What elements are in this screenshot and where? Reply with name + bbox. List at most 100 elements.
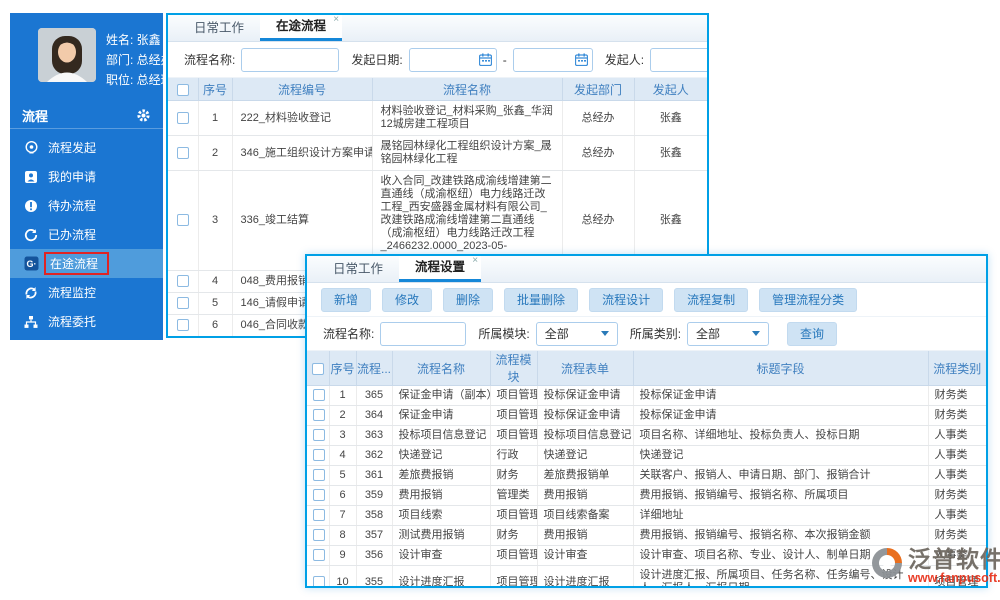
calendar-icon[interactable] bbox=[574, 53, 588, 69]
manage-category-button[interactable]: 管理流程分类 bbox=[759, 287, 858, 312]
table-cell: 投标项目信息登记 bbox=[537, 425, 634, 446]
table-row: 2 346_施工组织设计方案申请 晟铭园林绿化工程组织设计方案_晟铭园林绿化工程 总经… bbox=[168, 135, 707, 171]
table-cell: 项目管理 bbox=[490, 505, 538, 526]
tab-in-transit[interactable]: 在途流程 × bbox=[260, 15, 343, 41]
row-checkbox[interactable] bbox=[313, 509, 325, 522]
user-title: 职位: 总经理 bbox=[106, 73, 173, 87]
edit-button[interactable]: 修改 bbox=[382, 287, 433, 312]
table-cell: 项目线索 bbox=[392, 505, 491, 526]
front-filter-bar: 流程名称: 所属模块: 全部 所属类别: 全部 查询 bbox=[307, 317, 986, 351]
table-row: 5 361 差旅费报销 财务 差旅费报销单 关联客户、报销人、申请日期、部门、报销合计 人事… bbox=[307, 465, 986, 486]
table-cell: 快递登记 bbox=[633, 445, 929, 466]
row-checkbox[interactable] bbox=[176, 297, 189, 310]
sidebar-item-my-applications[interactable]: 我的申请 bbox=[10, 162, 163, 191]
table-row: 7 358 项目线索 项目管理 项目线索备案 详细地址 人事类 bbox=[307, 505, 986, 526]
row-checkbox[interactable] bbox=[176, 111, 189, 124]
sidebar-item-process-delegate[interactable]: 流程委托 bbox=[10, 307, 163, 336]
table-cell: 总经办 bbox=[562, 135, 635, 171]
select-all-checkbox[interactable] bbox=[176, 83, 189, 96]
sidebar-item-process-monitor[interactable]: 流程监控 bbox=[10, 278, 163, 307]
table-cell: 张鑫 bbox=[634, 100, 707, 136]
row-checkbox[interactable] bbox=[313, 575, 325, 586]
svg-text:G·: G· bbox=[26, 259, 36, 269]
initiator-label: 发起人: bbox=[604, 53, 645, 67]
row-checkbox[interactable] bbox=[313, 389, 325, 402]
sidebar-item-pending-processes[interactable]: 待办流程 bbox=[10, 191, 163, 220]
add-button[interactable]: 新增 bbox=[321, 287, 372, 312]
initiator-input[interactable] bbox=[650, 47, 707, 72]
row-checkbox[interactable] bbox=[176, 214, 189, 227]
calendar-icon[interactable] bbox=[478, 53, 492, 69]
category-select[interactable]: 全部 bbox=[687, 321, 770, 346]
row-checkbox[interactable] bbox=[176, 319, 189, 332]
table-cell: 365 bbox=[356, 385, 393, 406]
table-cell: 行政 bbox=[490, 445, 538, 466]
user-profile: 姓名: 张鑫 部门: 总经办 职位: 总经理 bbox=[10, 13, 173, 102]
table-cell: 5 bbox=[198, 292, 233, 315]
table-cell: 财务 bbox=[490, 465, 538, 486]
table-cell: 设计进度汇报 bbox=[537, 565, 634, 586]
tab-daily-work[interactable]: 日常工作 bbox=[178, 15, 260, 41]
table-cell: 人事类 bbox=[928, 445, 986, 466]
table-cell: 财务类 bbox=[928, 525, 986, 546]
table-cell: 3 bbox=[329, 425, 357, 446]
table-cell: 晟铭园林绿化工程组织设计方案_晟铭园林绿化工程 bbox=[372, 135, 563, 171]
table-cell: 项目管理 bbox=[490, 385, 538, 406]
row-checkbox[interactable] bbox=[313, 549, 325, 562]
row-checkbox[interactable] bbox=[313, 429, 325, 442]
table-cell: 测试费用报销 bbox=[392, 525, 491, 546]
table-cell: 1 bbox=[198, 100, 233, 136]
table-cell: 快递登记 bbox=[392, 445, 491, 466]
table-cell: 362 bbox=[356, 445, 393, 466]
col-header-id: 流程... bbox=[355, 351, 393, 386]
table-cell: 张鑫 bbox=[634, 135, 707, 171]
broadcast-icon bbox=[23, 140, 39, 156]
module-select[interactable]: 全部 bbox=[535, 321, 618, 346]
refresh-icon bbox=[23, 227, 39, 243]
gear-icon[interactable] bbox=[135, 107, 151, 123]
sidebar-item-done-processes[interactable]: 已办流程 bbox=[10, 220, 163, 249]
sidebar-item-process-start[interactable]: 流程发起 bbox=[10, 133, 163, 162]
process-copy-button[interactable]: 流程复制 bbox=[674, 287, 749, 312]
process-design-button[interactable]: 流程设计 bbox=[589, 287, 664, 312]
col-header-title-field: 标题字段 bbox=[632, 351, 929, 386]
process-name-input[interactable] bbox=[380, 321, 467, 346]
sidebar-item-delegated-processes[interactable]: 被委托流程 bbox=[10, 336, 163, 365]
table-cell: 361 bbox=[356, 465, 393, 486]
process-name-input[interactable] bbox=[241, 47, 340, 72]
sidebar: 姓名: 张鑫 部门: 总经办 职位: 总经理 流程 流程发起 我的申请 待办流程… bbox=[10, 13, 173, 358]
search-button[interactable]: 查询 bbox=[787, 321, 838, 346]
table-row: 4 362 快递登记 行政 快递登记 快递登记 人事类 bbox=[307, 445, 986, 466]
table-cell: 364 bbox=[356, 405, 393, 426]
row-checkbox[interactable] bbox=[313, 489, 325, 502]
col-header-name: 流程名称 bbox=[391, 351, 491, 386]
batch-delete-button[interactable]: 批量删除 bbox=[504, 287, 579, 312]
row-checkbox[interactable] bbox=[313, 409, 325, 422]
tab-process-settings[interactable]: 流程设置 × bbox=[399, 256, 482, 282]
table-cell: 投标项目信息登记 bbox=[392, 425, 491, 446]
row-checkbox[interactable] bbox=[176, 275, 189, 288]
table-cell: 快递登记 bbox=[537, 445, 634, 466]
sidebar-item-in-transit-processes[interactable]: G· 在途流程 bbox=[10, 249, 163, 278]
table-cell: 359 bbox=[356, 485, 393, 506]
row-checkbox[interactable] bbox=[313, 469, 325, 482]
table-cell: 363 bbox=[356, 425, 393, 446]
table-row: 3 363 投标项目信息登记 项目管理 投标项目信息登记 项目名称、详细地址、投标负责人、… bbox=[307, 425, 986, 446]
close-icon[interactable]: × bbox=[472, 256, 478, 266]
col-header-seq: 序号 bbox=[328, 351, 357, 386]
table-cell: 项目名称、详细地址、投标负责人、投标日期 bbox=[633, 425, 929, 446]
tab-daily-work[interactable]: 日常工作 bbox=[317, 256, 399, 282]
row-checkbox[interactable] bbox=[176, 146, 189, 159]
select-all-checkbox[interactable] bbox=[311, 362, 324, 375]
table-cell: 人事类 bbox=[928, 465, 986, 486]
delete-button[interactable]: 删除 bbox=[443, 287, 494, 312]
process-settings-window: 日常工作 流程设置 × 新增 修改 删除 批量删除 流程设计 流程复制 管理流程… bbox=[305, 254, 988, 588]
row-checkbox[interactable] bbox=[313, 529, 325, 542]
table-cell: 355 bbox=[356, 565, 393, 586]
id-card-icon bbox=[23, 169, 39, 185]
table-row: 2 364 保证金申请 项目管理 投标保证金申请 投标保证金申请 财务类 bbox=[307, 405, 986, 426]
table-cell: 设计审查 bbox=[392, 545, 491, 566]
table-cell: 差旅费报销 bbox=[392, 465, 491, 486]
row-checkbox[interactable] bbox=[313, 449, 325, 462]
close-icon[interactable]: × bbox=[333, 15, 339, 25]
